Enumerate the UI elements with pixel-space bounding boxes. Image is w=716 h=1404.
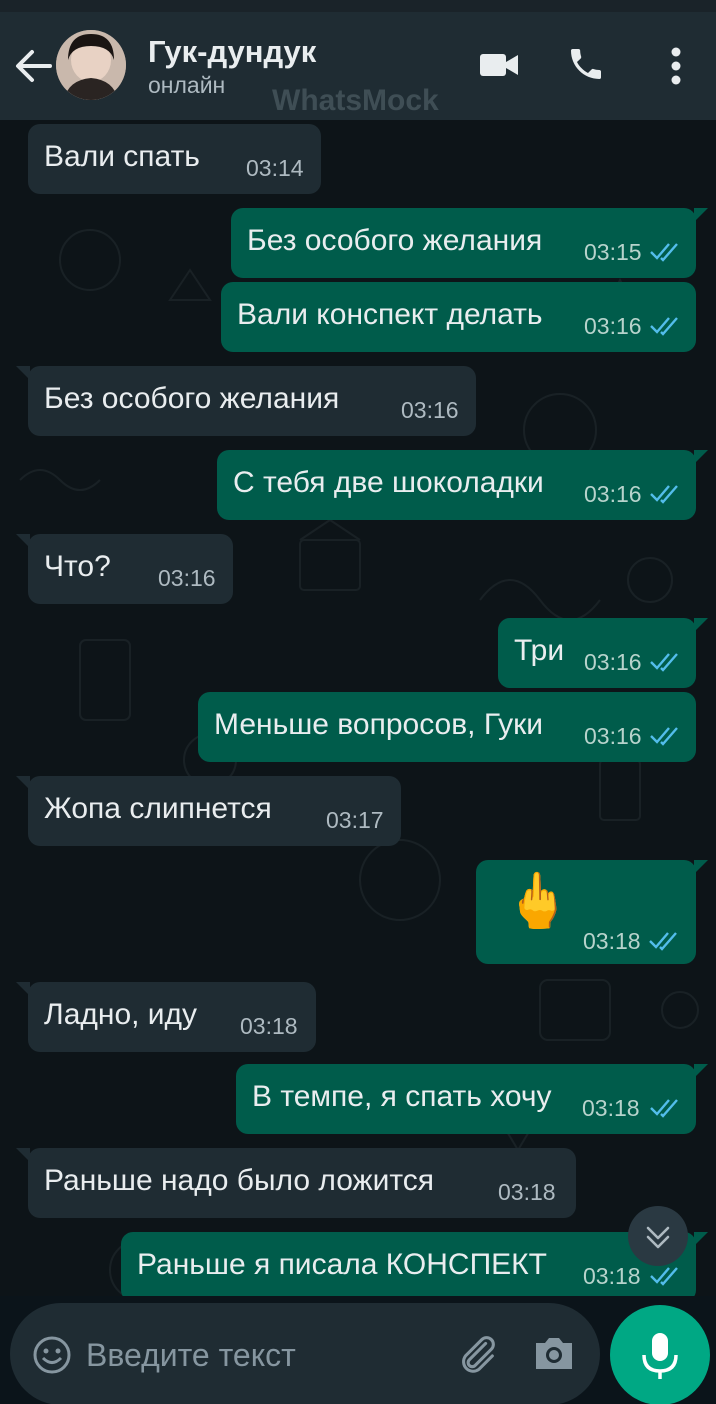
message-outgoing[interactable]: Вали конспект делать 03:16 xyxy=(221,282,696,352)
message-outgoing[interactable]: Раньше я писала КОНСПЕКТ 03:18 xyxy=(121,1232,708,1302)
chat-header: Гук-дундук онлайн WhatsMock xyxy=(0,12,716,120)
double-check-icon xyxy=(650,653,678,672)
message-text: Раньше надо было ложится xyxy=(44,1164,435,1197)
back-button[interactable] xyxy=(14,48,54,84)
bubble-tail xyxy=(694,208,708,222)
emoji-button[interactable] xyxy=(32,1335,72,1375)
more-vert-icon xyxy=(671,47,681,85)
message-outgoing[interactable]: Меньше вопросов, Гуки 03:16 xyxy=(198,692,696,762)
bubble-tail xyxy=(694,618,708,632)
double-check-icon xyxy=(650,1099,678,1118)
arrow-left-icon xyxy=(16,50,52,82)
double-check-icon xyxy=(650,727,678,746)
message-time: 03:18 xyxy=(583,1263,641,1289)
message-time: 03:16 xyxy=(584,313,642,339)
video-camera-icon xyxy=(480,54,518,76)
message-emoji: 🖕 xyxy=(504,871,572,931)
double-check-icon xyxy=(650,485,678,504)
message-text: Раньше я писала КОНСПЕКТ xyxy=(137,1248,547,1281)
phone-icon xyxy=(571,49,601,79)
menu-button[interactable] xyxy=(666,44,686,88)
bubble-tail xyxy=(694,1064,708,1078)
message-text: С тебя две шоколадки xyxy=(233,466,544,499)
paperclip-icon xyxy=(462,1336,495,1373)
message-outgoing[interactable]: Три 03:16 xyxy=(498,618,708,688)
double-check-icon xyxy=(650,243,678,262)
chevron-double-down-icon xyxy=(646,1226,670,1249)
message-time: 03:16 xyxy=(584,723,642,749)
message-incoming[interactable]: Раньше надо было ложится 03:18 xyxy=(16,1148,576,1218)
watermark: WhatsMock xyxy=(272,84,439,117)
message-incoming[interactable]: Ладно, иду 03:18 xyxy=(16,982,316,1052)
message-text: Меньше вопросов, Гуки xyxy=(214,708,543,741)
bubble-tail xyxy=(16,982,30,996)
message-text: Без особого желания xyxy=(247,224,543,257)
message-incoming[interactable]: Что? 03:16 xyxy=(16,534,233,604)
message-text: Без особого желания xyxy=(44,382,340,415)
double-check-icon xyxy=(650,317,678,336)
message-time: 03:16 xyxy=(584,481,642,507)
camera-icon xyxy=(536,1338,572,1369)
double-check-icon xyxy=(650,1267,678,1286)
bubble-tail xyxy=(694,450,708,464)
message-text: Вали спать xyxy=(44,140,200,173)
bubble-tail xyxy=(694,1232,708,1246)
bubble-tail xyxy=(16,534,30,548)
message-incoming[interactable]: Жопа слипнется 03:17 xyxy=(16,776,401,846)
message-time: 03:16 xyxy=(158,565,216,591)
message-outgoing[interactable]: 🖕 03:18 xyxy=(476,860,708,964)
composer xyxy=(10,1303,600,1404)
emoji-icon xyxy=(33,1336,71,1374)
double-check-icon xyxy=(649,932,677,951)
bubble-tail xyxy=(16,366,30,380)
message-time: 03:17 xyxy=(326,807,384,833)
voice-call-button[interactable] xyxy=(566,44,606,84)
contact-name[interactable]: Гук-дундук xyxy=(148,34,316,70)
message-text: Что? xyxy=(44,550,111,583)
avatar[interactable] xyxy=(56,30,126,100)
message-time: 03:16 xyxy=(584,649,642,675)
message-incoming[interactable]: Без особого желания 03:16 xyxy=(16,366,476,436)
microphone-icon xyxy=(642,1333,678,1379)
contact-status: онлайн xyxy=(148,72,226,98)
video-call-button[interactable] xyxy=(478,50,520,80)
message-text: Ладно, иду xyxy=(44,998,198,1031)
message-incoming[interactable]: Вали спать 03:14 xyxy=(28,124,321,194)
bubble-tail xyxy=(694,860,708,874)
camera-button[interactable] xyxy=(532,1333,576,1373)
scroll-to-bottom-button[interactable] xyxy=(628,1206,688,1266)
message-text: Жопа слипнется xyxy=(44,792,272,825)
avatar-image xyxy=(56,30,126,100)
status-bar xyxy=(0,0,716,12)
message-time: 03:15 xyxy=(584,239,642,265)
message-time: 03:18 xyxy=(583,928,641,954)
message-time: 03:18 xyxy=(582,1095,640,1121)
message-text: Вали конспект делать xyxy=(237,298,543,331)
attach-button[interactable] xyxy=(454,1331,500,1377)
message-input[interactable] xyxy=(86,1333,426,1377)
message-text: В темпе, я спать хочу xyxy=(252,1080,552,1113)
message-time: 03:14 xyxy=(246,155,304,181)
message-time: 03:16 xyxy=(401,397,459,423)
bubble-tail xyxy=(16,1148,30,1162)
message-time: 03:18 xyxy=(240,1013,298,1039)
message-time: 03:18 xyxy=(498,1179,556,1205)
message-outgoing[interactable]: С тебя две шоколадки 03:16 xyxy=(217,450,708,520)
message-text: Три xyxy=(514,634,565,667)
bubble-tail xyxy=(16,776,30,790)
message-outgoing[interactable]: В темпе, я спать хочу 03:18 xyxy=(236,1064,708,1134)
voice-message-button[interactable] xyxy=(610,1305,710,1404)
message-outgoing[interactable]: Без особого желания 03:15 xyxy=(231,208,708,278)
